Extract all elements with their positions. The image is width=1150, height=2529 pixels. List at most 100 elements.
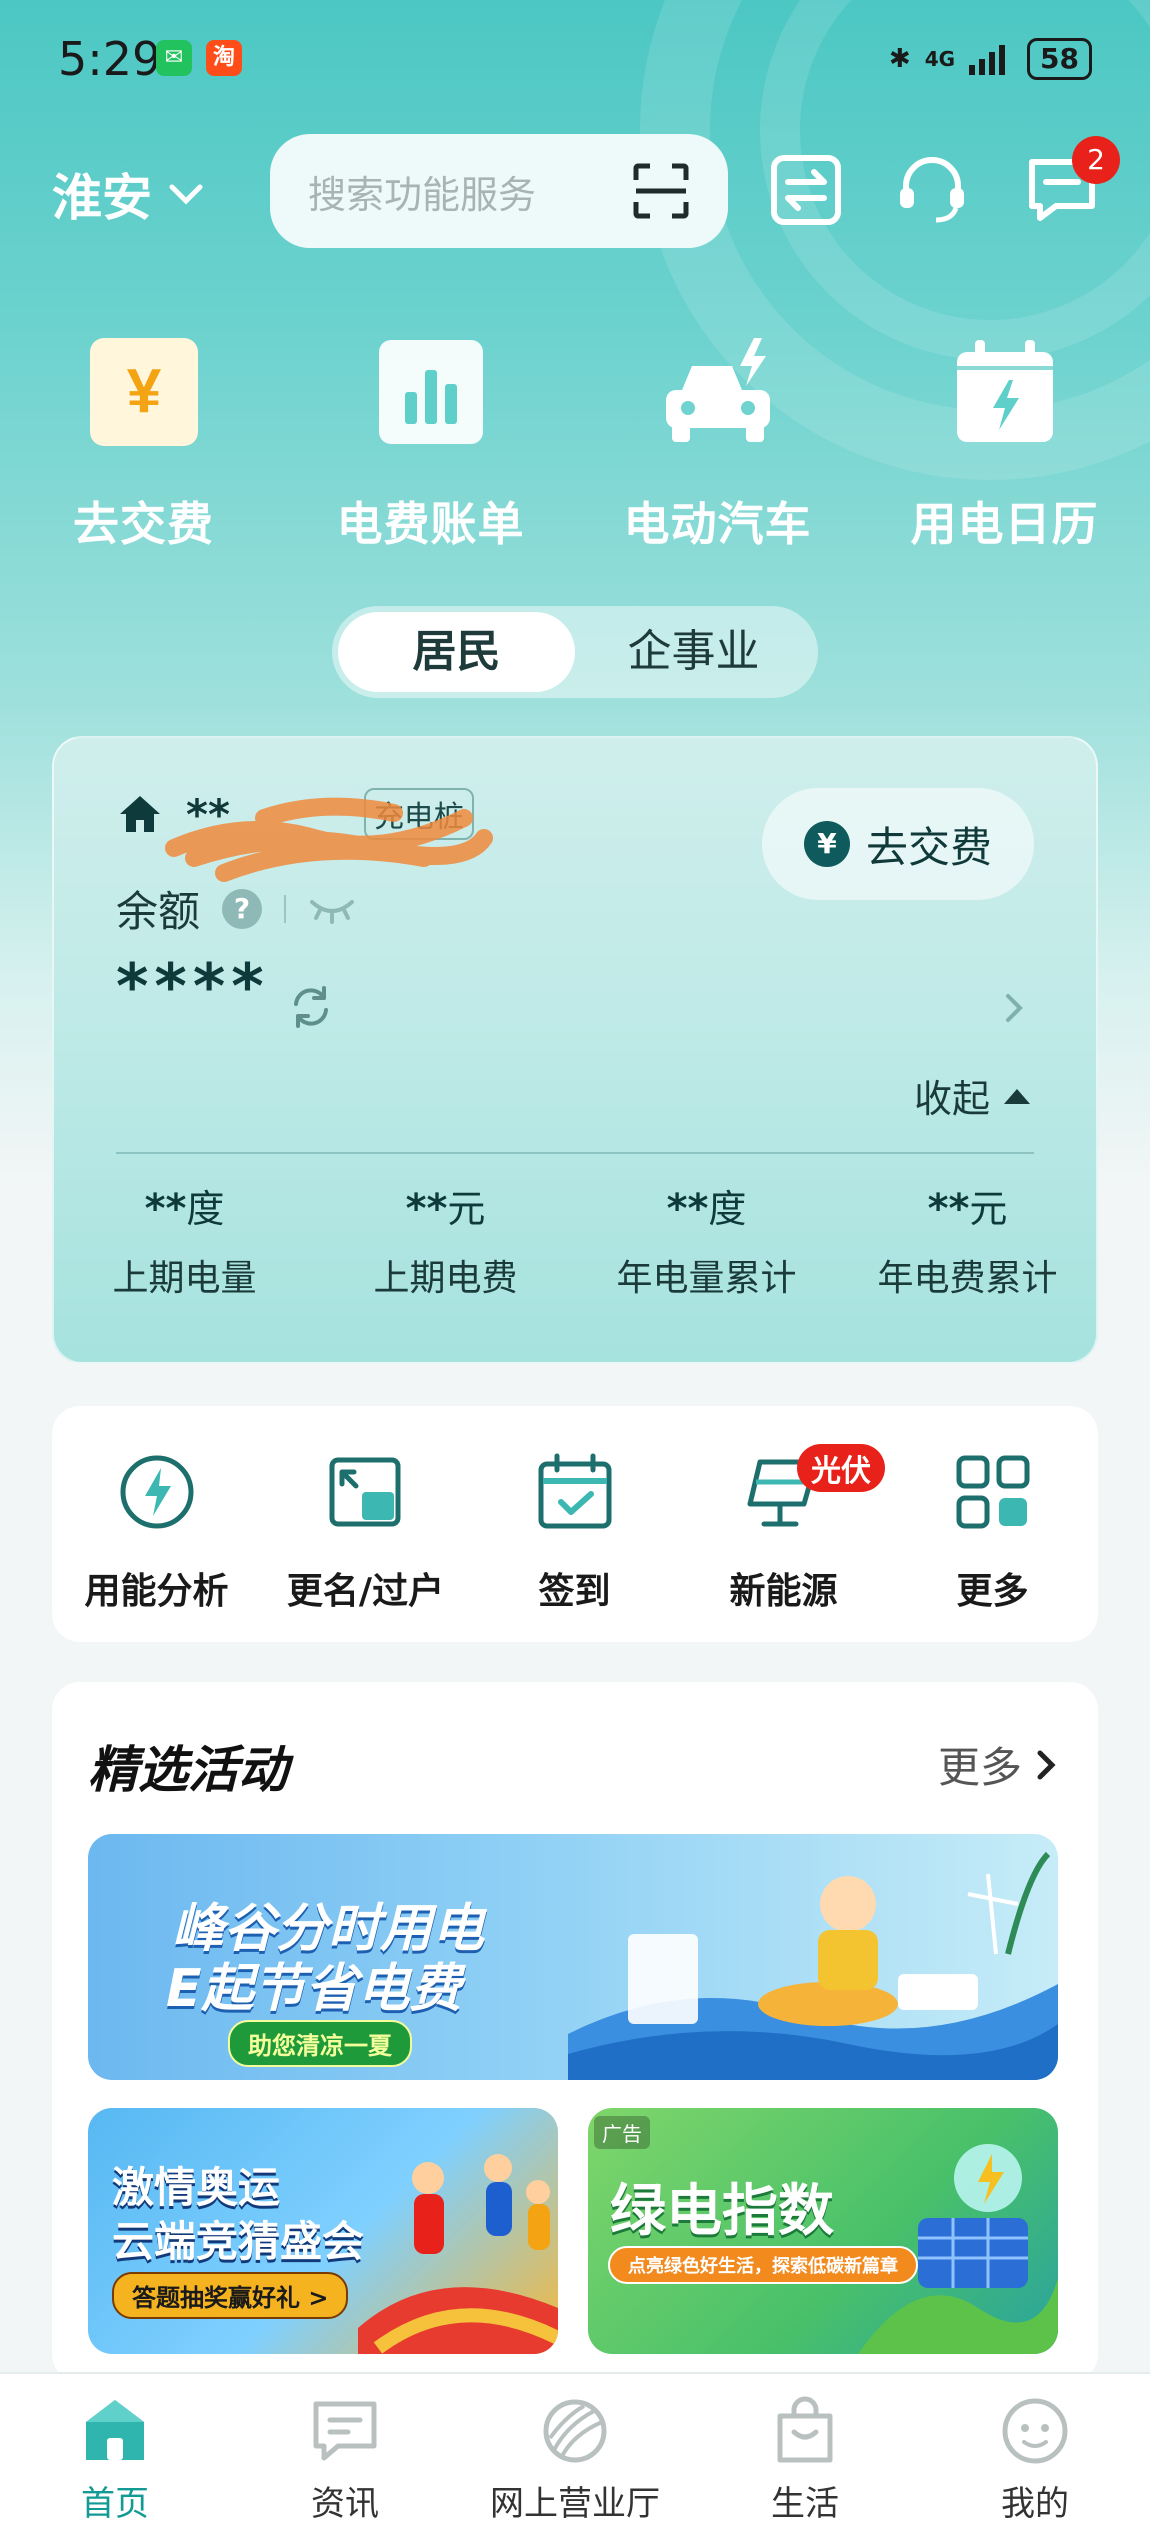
home-icon [120,796,160,832]
banner-pill: 助您清凉一夏 [228,2020,412,2067]
chevron-right-icon[interactable] [1002,990,1026,1026]
banner-illustration [568,1851,1058,2080]
banner-subtitle: E起节省电费 [166,1959,462,2019]
eye-closed-icon[interactable] [308,894,356,924]
transfer-icon [329,1457,400,1527]
energy-analysis-icon [120,1455,193,1529]
divider [284,894,287,923]
stat-unit: 度 [708,1187,747,1231]
calendar-icon [945,332,1065,452]
usage-stats: **度 上期电量 **元 上期电费 **度 年电量累计 **元 年电费累计 [54,1164,1100,1301]
stat-year-usage[interactable]: **度 年电量累计 [576,1164,837,1301]
stat-last-fee[interactable]: **元 上期电费 [315,1164,576,1301]
chevron-down-icon [169,184,203,205]
service-energy-analysis[interactable]: 用能分析 [52,1406,261,1642]
bar-chart-icon [371,332,491,452]
status-indicators: ✱ 4G 58 [889,38,1092,80]
nav-label: 网上营业厅 [490,2484,660,2524]
ad-tag: 广告 [594,2116,650,2149]
service-new-energy[interactable]: 光伏 新能源 [679,1406,888,1642]
banner-pill: 答题抽奖赢好礼 > [112,2272,349,2319]
stat-value: ** [666,1186,709,1232]
stat-label: 上期电费 [373,1258,518,1299]
service-transfer[interactable]: 更名/过户 [261,1406,470,1642]
banner-peak-valley[interactable]: 峰谷分时用电 E起节省电费 助您清凉一夏 [88,1834,1058,2080]
quick-bill[interactable]: 电费账单 [287,332,574,554]
profile-icon [1002,2398,1068,2464]
quick-calendar[interactable]: 用电日历 [861,332,1148,554]
user-type-toggle: 居民 企事业 [332,606,818,698]
yuan-icon: ¥ [84,332,204,452]
help-icon[interactable]: ? [222,888,263,929]
status-bar: 5:29 ✉ 淘 ✱ 4G 58 [0,28,1150,88]
redaction-scribble [165,797,493,882]
caret-up-icon [1004,1088,1030,1104]
message-icon[interactable]: 2 [1022,136,1120,230]
network-type: 4G [924,47,956,71]
grid-icon [956,1455,1029,1529]
scan-icon[interactable] [632,162,690,220]
stat-value: ** [144,1186,187,1232]
more-link[interactable]: 更多 [938,1734,1058,1795]
ev-car-icon [658,332,778,452]
tab-enterprise[interactable]: 企事业 [575,612,812,692]
pay-button-label: 去交费 [865,822,992,872]
nav-news[interactable]: 资讯 [230,2374,460,2529]
status-time: 5:29 [58,32,162,86]
pay-button[interactable]: ¥ 去交费 [762,788,1034,900]
search-bar[interactable]: 搜索功能服务 [270,134,728,248]
banner-green-power[interactable]: 广告 绿电指数 点亮绿色好生活，探索低碳新篇章 [588,2108,1058,2354]
stat-unit: 度 [186,1187,225,1231]
balance-value: **** [116,950,270,1023]
city-selector[interactable]: 淮安 [52,158,206,230]
service-label: 更名/过户 [286,1571,445,1612]
quick-pay-label: 去交费 [73,497,214,551]
nav-label: 我的 [1001,2484,1069,2524]
stat-year-fee[interactable]: **元 年电费累计 [837,1164,1098,1301]
balance-row: 余额 ? [116,878,356,939]
news-icon [313,2401,377,2461]
home-icon [86,2400,144,2460]
nav-profile[interactable]: 我的 [920,2374,1150,2529]
check-in-icon [538,1453,611,1529]
service-grid: 用能分析 更名/过户 签到 光伏 新能源 更多 [52,1406,1098,1642]
service-more[interactable]: 更多 [888,1406,1097,1642]
taobao-icon: 淘 [206,40,242,76]
more-label: 更多 [937,1743,1022,1792]
switch-account-icon[interactable] [766,150,846,230]
stat-value: ** [405,1186,448,1232]
service-check-in[interactable]: 签到 [470,1406,679,1642]
quick-ev[interactable]: 电动汽车 [574,332,861,554]
collapse-button[interactable]: 收起 [914,1068,1032,1123]
nav-life[interactable]: 生活 [690,2374,920,2529]
city-name: 淮安 [52,169,152,227]
tab-resident[interactable]: 居民 [338,612,575,692]
quick-pay[interactable]: ¥ 去交费 [0,332,287,554]
refresh-icon[interactable] [288,984,334,1030]
globe-icon [543,2399,607,2463]
service-label: 新能源 [729,1571,838,1612]
bluetooth-icon: ✱ [888,44,911,74]
stat-label: 年电费累计 [877,1258,1058,1299]
stat-value: ** [927,1186,970,1232]
service-label: 更多 [956,1571,1029,1612]
nav-label: 生活 [771,2484,839,2524]
quick-bill-label: 电费账单 [336,497,525,551]
banner-olympics[interactable]: 激情奥运 云端竞猜盛会 答题抽奖赢好礼 > [88,2108,558,2354]
customer-service-icon[interactable] [892,150,972,230]
stat-last-usage[interactable]: **度 上期电量 [54,1164,315,1301]
stat-unit: 元 [447,1187,486,1231]
search-placeholder: 搜索功能服务 [308,172,537,217]
message-badge: 2 [1072,136,1120,184]
collapse-label: 收起 [913,1077,990,1121]
battery-level: 58 [1027,38,1092,80]
quick-ev-label: 电动汽车 [623,497,812,551]
nav-label: 资讯 [311,2484,379,2524]
card-divider [116,1152,1034,1154]
section-title: 精选活动 [88,1741,288,1799]
quick-actions: ¥ 去交费 电费账单 电动汽车 用电日历 [0,332,1150,554]
nav-online-hall[interactable]: 网上营业厅 [460,2374,690,2529]
yuan-coin-icon: ¥ [803,821,850,867]
green-index-illustration [858,2144,1058,2354]
nav-home[interactable]: 首页 [0,2374,230,2529]
